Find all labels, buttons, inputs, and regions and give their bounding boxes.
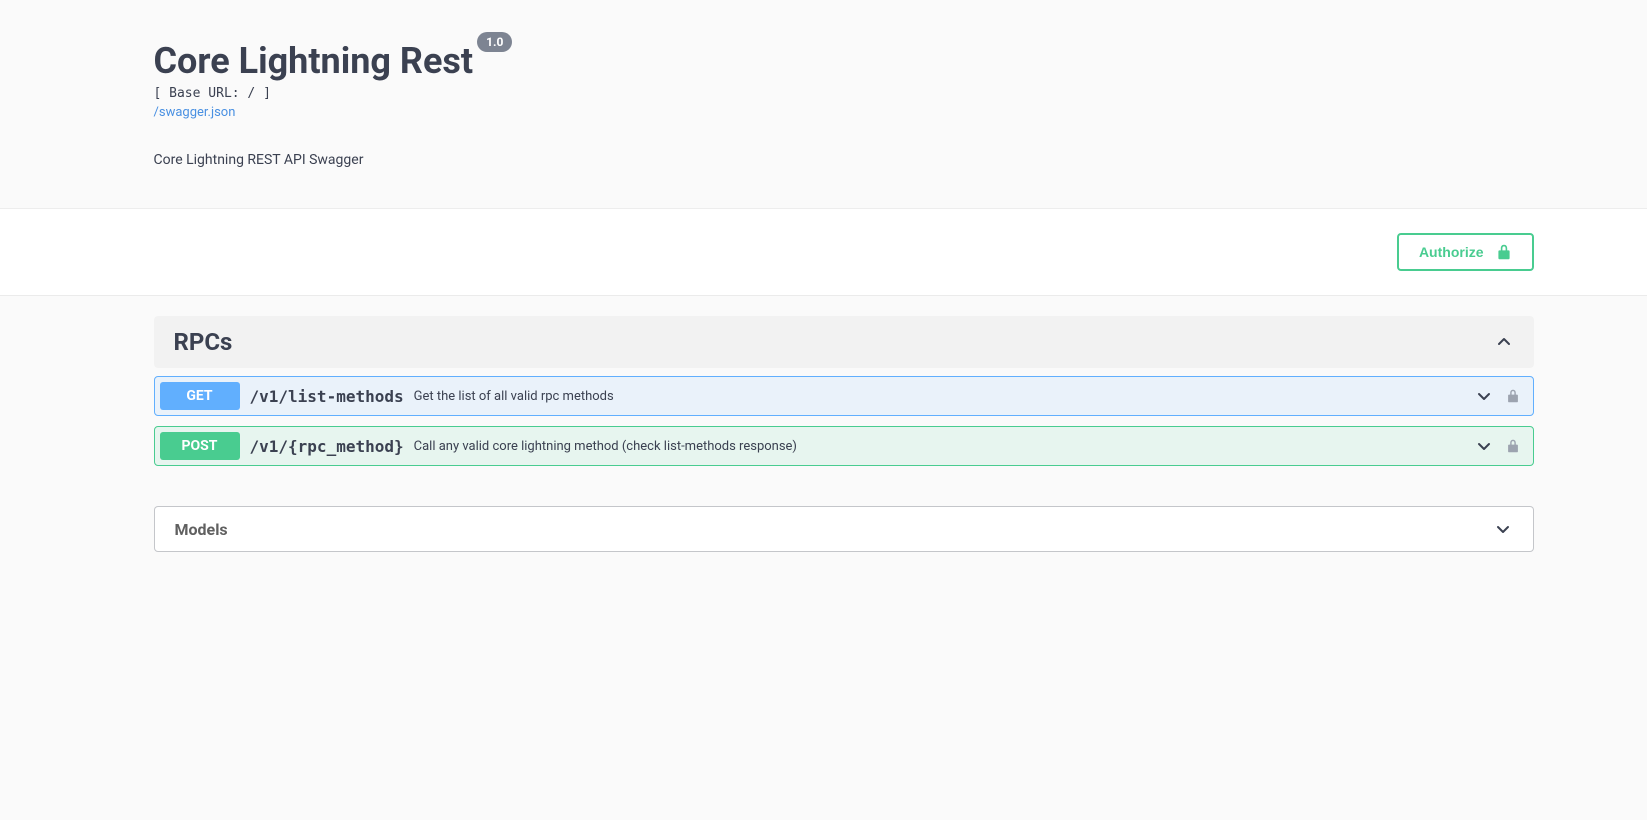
- chevron-up-icon: [1494, 332, 1514, 352]
- lock-icon[interactable]: [1506, 438, 1520, 454]
- tag-rpcs[interactable]: RPCs: [154, 316, 1534, 368]
- operation-path: /v1/{rpc_method}: [250, 437, 404, 456]
- base-url: [ Base URL: / ]: [154, 86, 1534, 101]
- models-section[interactable]: Models: [154, 506, 1534, 552]
- info-header: Core Lightning Rest 1.0 [ Base URL: / ] …: [0, 0, 1647, 209]
- lock-icon: [1496, 243, 1512, 261]
- chevron-down-icon: [1474, 436, 1494, 456]
- version-badge: 1.0: [477, 32, 512, 52]
- api-title: Core Lightning Rest: [154, 40, 474, 82]
- operation-path: /v1/list-methods: [250, 387, 404, 406]
- lock-icon[interactable]: [1506, 388, 1520, 404]
- operation-get-list-methods[interactable]: GET /v1/list-methods Get the list of all…: [154, 376, 1534, 416]
- operation-description: Get the list of all valid rpc methods: [414, 389, 1474, 404]
- api-description: Core Lightning REST API Swagger: [154, 152, 1534, 168]
- http-method-badge: POST: [160, 432, 240, 460]
- operation-description: Call any valid core lightning method (ch…: [414, 439, 1474, 454]
- models-title: Models: [175, 520, 228, 539]
- operation-post-rpc-method[interactable]: POST /v1/{rpc_method} Call any valid cor…: [154, 426, 1534, 466]
- authorize-label: Authorize: [1419, 244, 1484, 260]
- auth-bar: Authorize: [0, 209, 1647, 296]
- chevron-down-icon: [1493, 519, 1513, 539]
- authorize-button[interactable]: Authorize: [1397, 233, 1534, 271]
- http-method-badge: GET: [160, 382, 240, 410]
- chevron-down-icon: [1474, 386, 1494, 406]
- swagger-json-link[interactable]: /swagger.json: [154, 105, 236, 120]
- tag-title: RPCs: [174, 328, 233, 356]
